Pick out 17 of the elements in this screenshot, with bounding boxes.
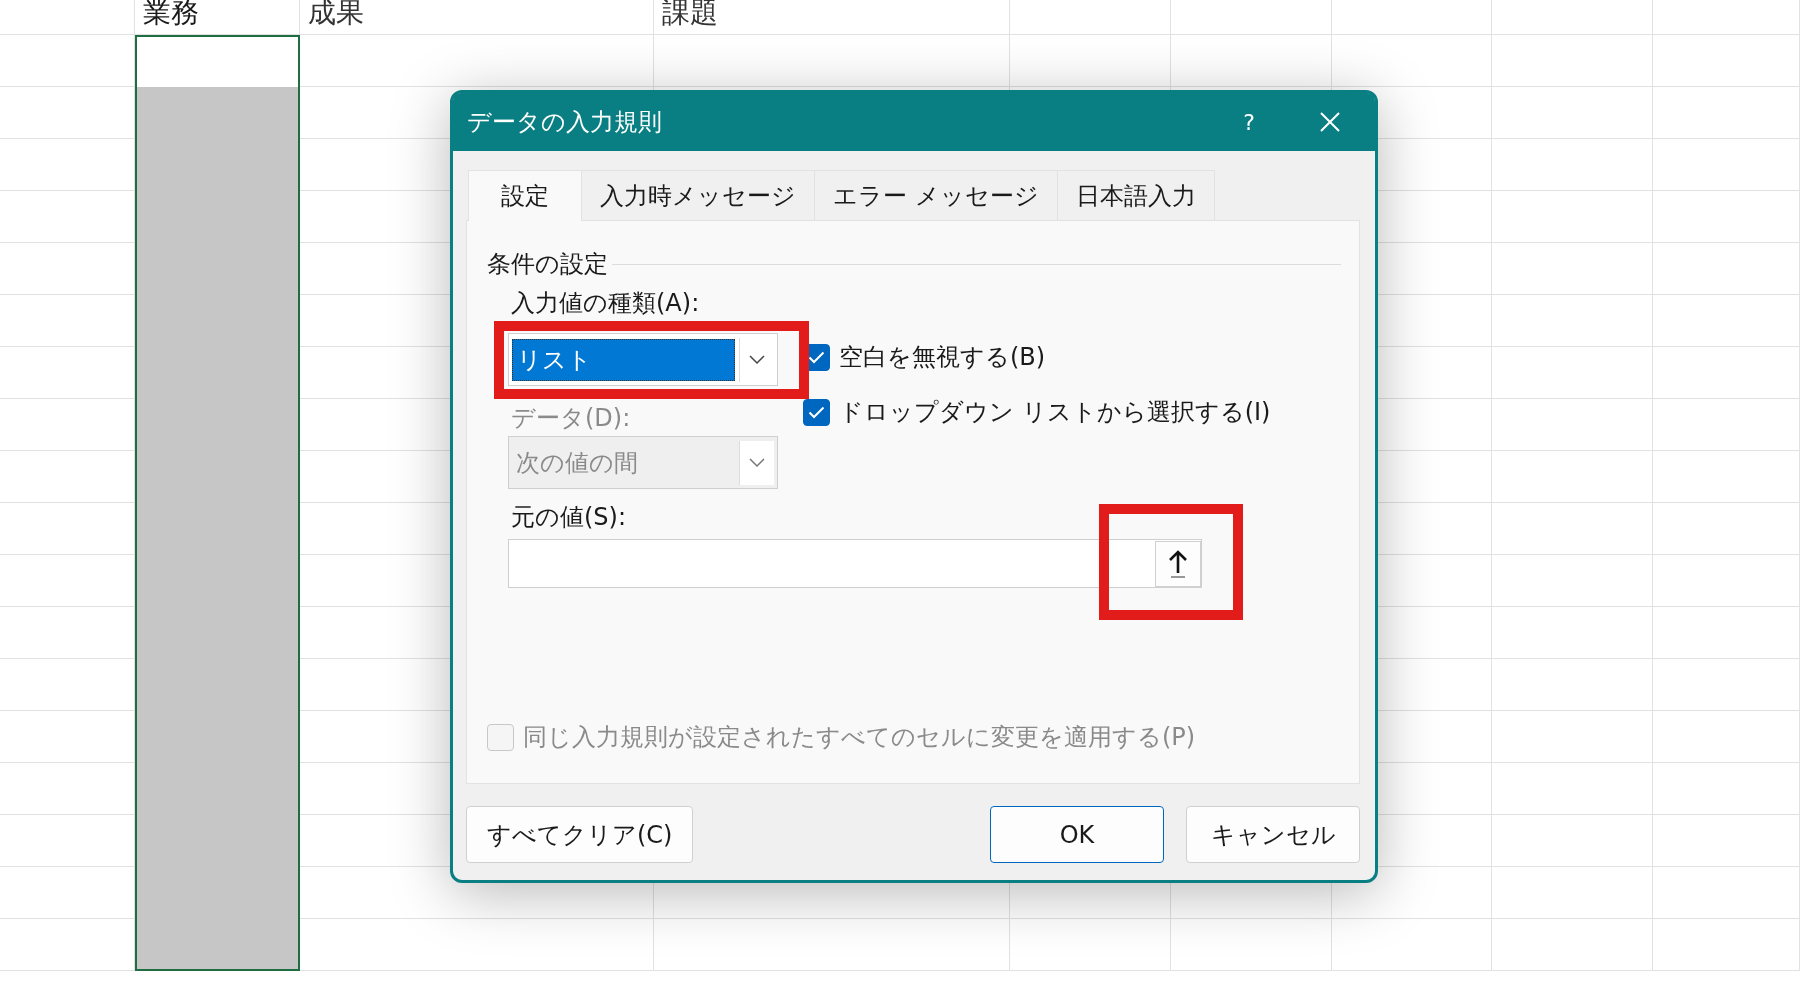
checkbox-label: 空白を無視する(B) — [839, 342, 1046, 373]
tab[interactable]: 設定 — [468, 170, 582, 221]
field-label: 元の値(S): — [511, 502, 627, 533]
checkbox-label: 同じ入力規則が設定されたすべてのセルに変更を適用する(P) — [523, 722, 1196, 753]
field-label: 入力値の種類(A): — [511, 288, 701, 319]
dropdown-value: 次の値の間 — [515, 447, 639, 479]
dialog-title: データの入力規則 — [467, 107, 663, 138]
checkbox-label: ドロップダウン リストから選択する(I) — [839, 397, 1271, 428]
help-button[interactable]: ? — [1219, 108, 1279, 136]
dialog-button[interactable]: すべてクリア(C) — [466, 806, 694, 863]
tab[interactable]: 日本語入力 — [1056, 170, 1215, 220]
field-label: データ(D): — [511, 403, 632, 434]
dialog-button[interactable]: キャンセル — [1186, 806, 1360, 863]
dialog-button[interactable]: OK — [990, 806, 1164, 863]
group-label: 条件の設定 — [487, 249, 608, 280]
dropdown-value: リスト — [512, 338, 735, 381]
dropdown[interactable]: リスト — [508, 333, 778, 386]
